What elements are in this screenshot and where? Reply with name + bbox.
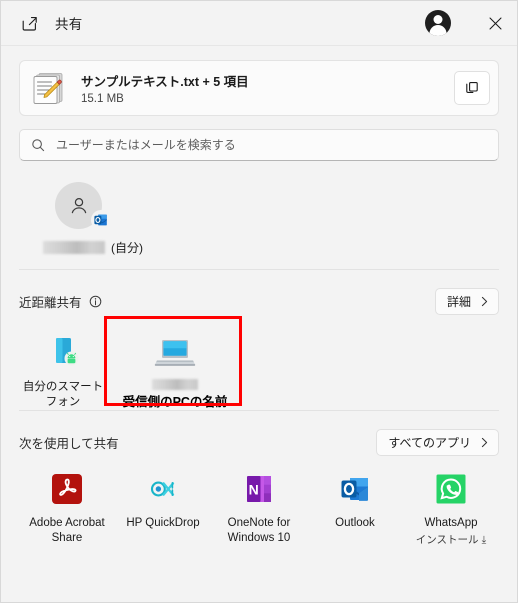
outlook-icon bbox=[91, 210, 111, 230]
share-app-adobe-acrobat-share[interactable]: Adobe Acrobat Share bbox=[19, 471, 115, 547]
file-meta: サンプルテキスト.txt + 5 項目 15.1 MB bbox=[81, 71, 454, 105]
adobe-acrobat-icon bbox=[49, 471, 85, 507]
details-button[interactable]: 詳細 bbox=[434, 287, 499, 315]
app-label-line: Outlook bbox=[335, 517, 375, 529]
account-avatar-icon[interactable] bbox=[425, 10, 451, 36]
share-app-label: HP QuickDrop bbox=[126, 516, 199, 531]
nearby-devices-row: 自分のスマート フォン 受信側のPCの名前 bbox=[19, 316, 499, 410]
app-label-line: Windows 10 bbox=[227, 532, 291, 544]
device-label-line: フォン bbox=[45, 396, 81, 408]
app-label-line: HP QuickDrop bbox=[126, 517, 200, 529]
info-icon[interactable] bbox=[89, 295, 102, 308]
close-button[interactable] bbox=[473, 1, 517, 45]
contacts-row: (自分) bbox=[19, 161, 499, 269]
outlook-icon bbox=[337, 471, 373, 507]
device-annotation: 受信側のPCの名前 bbox=[122, 395, 228, 409]
share-app-outlook[interactable]: Outlook bbox=[307, 471, 403, 547]
search-icon bbox=[30, 138, 45, 153]
whatsapp-icon bbox=[433, 471, 469, 507]
share-apps-row: Adobe Acrobat Share HP QuickDrop N OneNo… bbox=[19, 457, 499, 547]
app-label-line: WhatsApp bbox=[424, 517, 478, 529]
download-icon: ⤓ bbox=[481, 534, 487, 546]
device-label-line: 自分のスマート bbox=[22, 381, 104, 393]
nearby-sharing-section: 近距離共有 詳細 自分のスマート フォン 受信側のPCの名前 bbox=[1, 270, 517, 410]
svg-text:N: N bbox=[249, 482, 259, 498]
hp-quickdrop-icon bbox=[145, 471, 181, 507]
contact-item[interactable]: (自分) bbox=[43, 182, 143, 269]
share-icon bbox=[19, 13, 39, 33]
share-with-section: 次を使用して共有 すべてのアプリ Adobe Acrobat Share HP … bbox=[1, 411, 517, 547]
all-apps-button-label: すべてのアプリ bbox=[388, 435, 471, 450]
person-icon bbox=[71, 197, 86, 213]
file-size: 15.1 MB bbox=[81, 93, 124, 105]
search-box[interactable] bbox=[19, 129, 499, 161]
chevron-right-icon bbox=[480, 296, 489, 307]
copy-icon bbox=[466, 82, 478, 93]
all-apps-button[interactable]: すべてのアプリ bbox=[376, 428, 499, 456]
contact-name-suffix: (自分) bbox=[111, 241, 143, 255]
share-app-label: WhatsApp bbox=[424, 516, 477, 531]
device-name-redacted bbox=[152, 379, 198, 390]
app-label-line: OneNote for bbox=[227, 517, 291, 529]
share-with-title: 次を使用して共有 bbox=[19, 436, 119, 451]
share-app-onenote[interactable]: N OneNote for Windows 10 bbox=[211, 471, 307, 547]
device-item-phone[interactable]: 自分のスマート フォン bbox=[19, 325, 107, 410]
contact-avatar-wrap bbox=[55, 182, 111, 230]
laptop-icon bbox=[152, 332, 198, 373]
search-input[interactable] bbox=[56, 138, 488, 152]
onenote-icon: N bbox=[241, 471, 277, 507]
install-label: インストール bbox=[415, 534, 479, 546]
share-app-label: Adobe Acrobat Share bbox=[29, 516, 104, 546]
share-app-label: Outlook bbox=[335, 516, 375, 531]
share-app-whatsapp[interactable]: WhatsApp インストール ⤓ bbox=[403, 471, 499, 547]
share-app-sublabel: インストール ⤓ bbox=[416, 532, 486, 547]
chevron-right-icon bbox=[480, 437, 489, 448]
file-card: サンプルテキスト.txt + 5 項目 15.1 MB bbox=[19, 60, 499, 116]
details-button-label: 詳細 bbox=[446, 294, 471, 309]
contact-label: (自分) bbox=[43, 239, 143, 256]
app-label-line: Share bbox=[51, 532, 83, 544]
phone-icon bbox=[40, 332, 86, 374]
text-file-stack-icon bbox=[30, 69, 68, 107]
close-icon bbox=[488, 16, 502, 30]
share-app-hp-quickdrop[interactable]: HP QuickDrop bbox=[115, 471, 211, 547]
file-name: サンプルテキスト.txt + 5 項目 bbox=[81, 75, 249, 89]
share-dialog: 共有 サンプルテキスト.txt + 5 項目 15.1 MB ユーザーまたはメー… bbox=[0, 0, 518, 603]
dialog-content: サンプルテキスト.txt + 5 項目 15.1 MB ユーザーまたはメールを検… bbox=[1, 60, 517, 269]
share-with-header: 次を使用して共有 すべてのアプリ bbox=[19, 411, 499, 457]
contact-name-redacted bbox=[43, 241, 105, 254]
copy-button[interactable] bbox=[454, 71, 490, 105]
share-app-label: OneNote for Windows 10 bbox=[228, 516, 291, 546]
nearby-sharing-header: 近距離共有 詳細 bbox=[19, 270, 499, 316]
title-bar: 共有 bbox=[1, 1, 517, 46]
app-label-line: Adobe Acrobat bbox=[29, 517, 105, 529]
window-title: 共有 bbox=[55, 17, 83, 32]
nearby-sharing-title: 近距離共有 bbox=[19, 295, 82, 310]
device-name-redacted-wrap bbox=[152, 379, 198, 395]
device-label-phone: 自分のスマート フォン bbox=[23, 380, 103, 410]
device-item-receiving-pc[interactable]: 受信側のPCの名前 bbox=[107, 325, 243, 410]
